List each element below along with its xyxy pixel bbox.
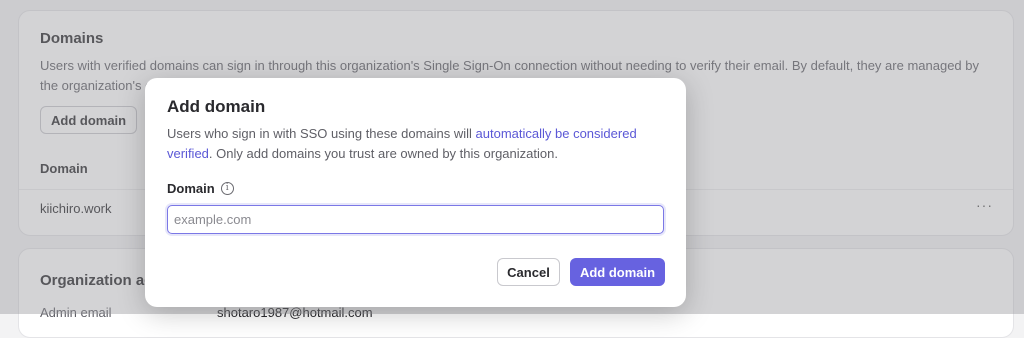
add-domain-dialog: Add domain Users who sign in with SSO us… [145, 78, 686, 307]
domain-label-text: Domain [167, 181, 215, 196]
dialog-title: Add domain [167, 97, 266, 116]
dialog-description-text-end: . Only add domains you trust are owned b… [208, 146, 558, 161]
info-icon[interactable]: i [220, 182, 234, 195]
dialog-description: Users who sign in with SSO using these d… [167, 124, 657, 164]
cancel-button[interactable]: Cancel [497, 258, 560, 286]
domain-input[interactable] [167, 205, 664, 234]
dialog-description-text: Users who sign in with SSO using these d… [167, 126, 476, 141]
domain-field-label: Domain i [167, 181, 234, 196]
submit-add-domain-button[interactable]: Add domain [570, 258, 665, 286]
